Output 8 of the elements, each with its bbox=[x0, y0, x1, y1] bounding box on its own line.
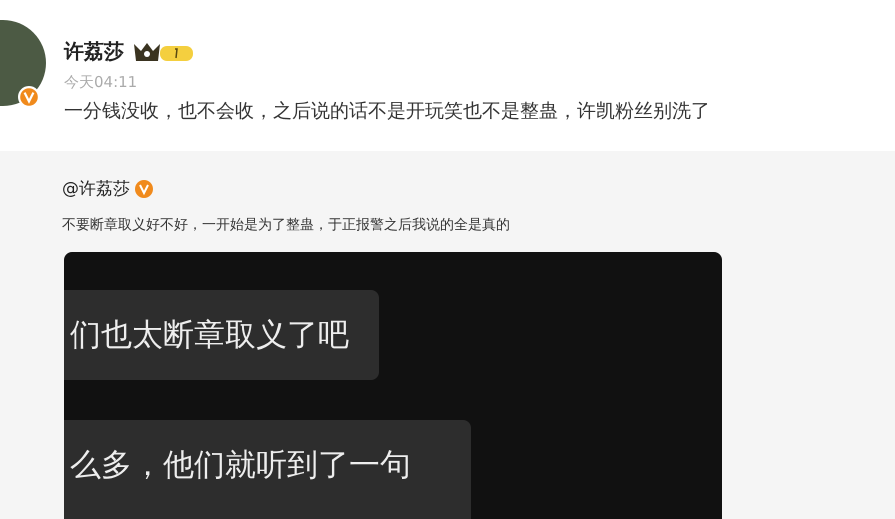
repost-author[interactable]: @许荔莎 bbox=[62, 177, 130, 200]
repost-text: 不要断章取义好不好，一开始是为了整蛊，于正报警之后我说的全是真的 bbox=[62, 216, 511, 234]
chat-screenshot[interactable]: 们也太断章取义了吧 么多，他们就听到了一句 bbox=[64, 252, 722, 519]
author-name[interactable]: 许荔莎 bbox=[64, 38, 124, 65]
post-text: 一分钱没收，也不会收，之后说的话不是开玩笑也不是整蛊，许凯粉丝别洗了 bbox=[64, 99, 710, 124]
post-time: 今天04:11 bbox=[64, 73, 138, 92]
chat-bubble: 们也太断章取义了吧 bbox=[64, 290, 379, 380]
chat-bubble: 么多，他们就听到了一句 bbox=[64, 420, 471, 519]
